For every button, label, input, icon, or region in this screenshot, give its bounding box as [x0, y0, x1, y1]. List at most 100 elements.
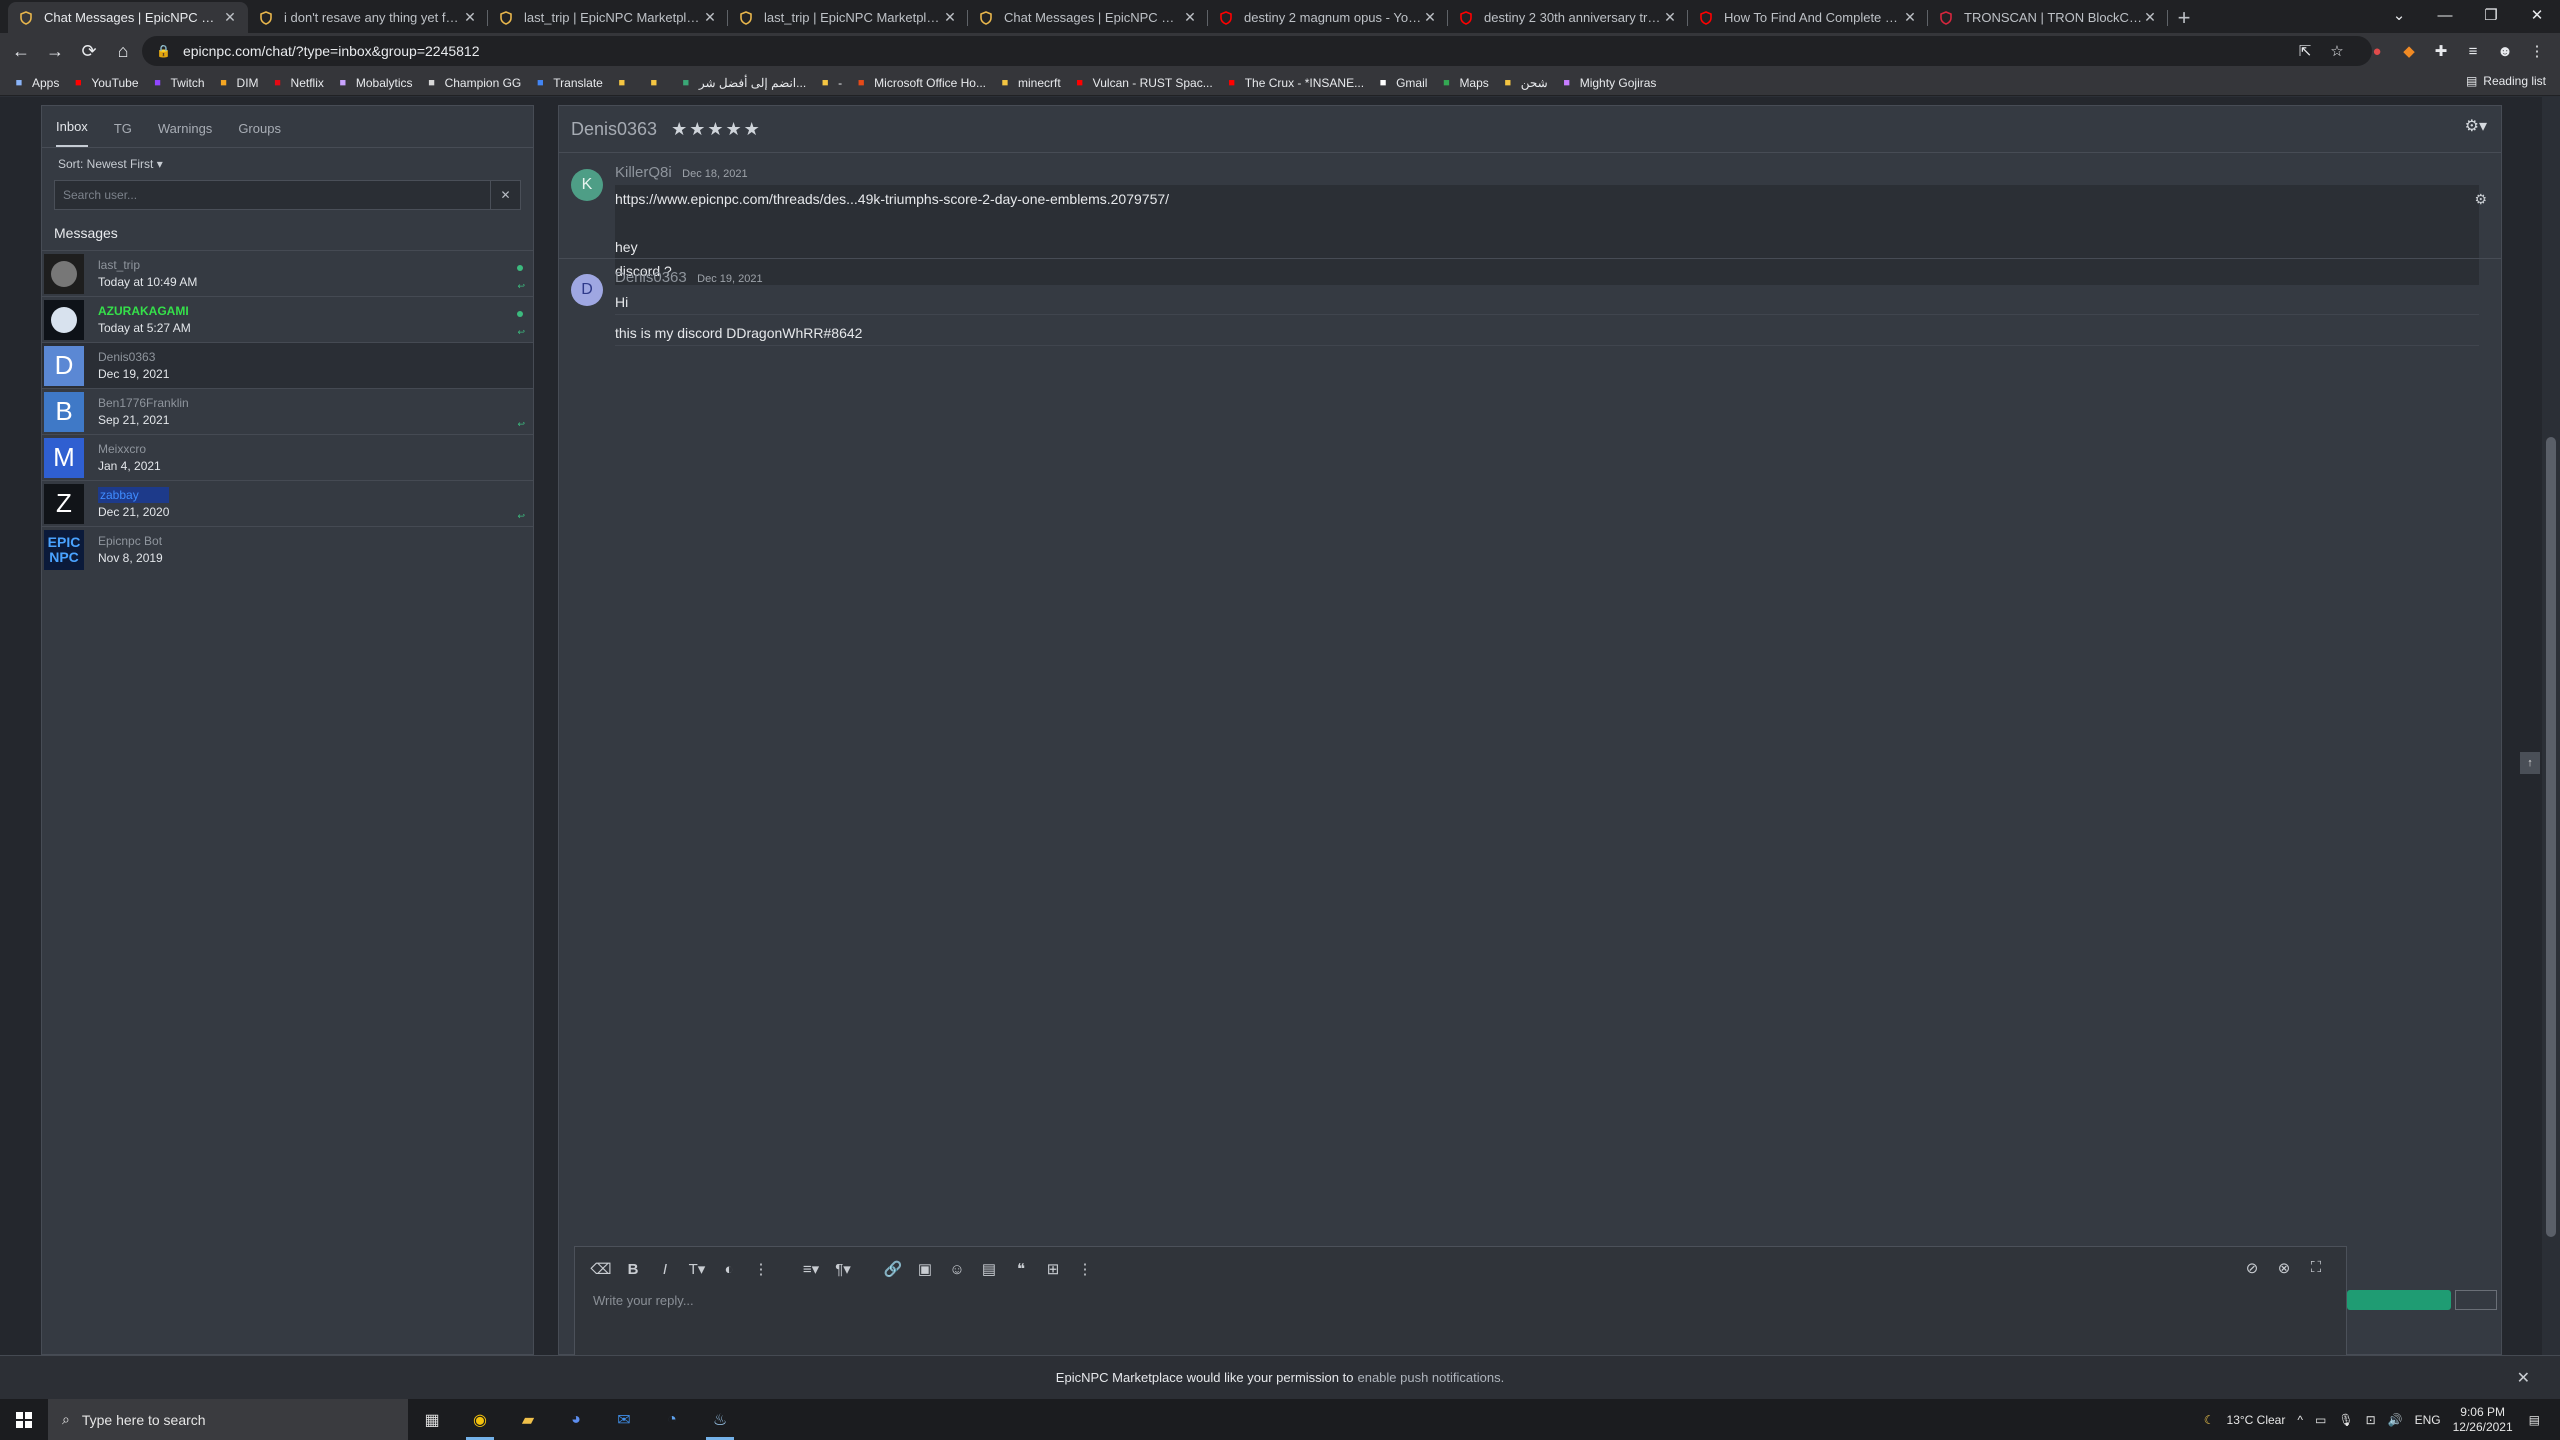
message-gear-icon[interactable]: ⚙: [2474, 191, 2487, 208]
tab-warnings[interactable]: Warnings: [158, 121, 212, 147]
browser-tab[interactable]: Chat Messages | EpicNPC Marketplace✕: [968, 2, 1208, 33]
notifications-icon[interactable]: ▤: [2529, 1413, 2540, 1427]
close-tab-icon[interactable]: ✕: [1422, 9, 1438, 26]
bookmark-item[interactable]: ■ Netflix: [271, 76, 324, 90]
bookmark-item[interactable]: ■ Gmail: [1376, 76, 1428, 90]
browser-tab[interactable]: last_trip | EpicNPC Marketplace ✕: [488, 2, 728, 33]
browser-tab[interactable]: i don't resave any thing yet form... ✕: [248, 2, 488, 33]
tab-search-icon[interactable]: ⌄: [2376, 0, 2422, 30]
tab-tg[interactable]: TG: [114, 121, 132, 147]
bookmark-item[interactable]: ■ شحن: [1501, 76, 1547, 90]
image-icon[interactable]: ▣: [909, 1260, 941, 1278]
minimize-button[interactable]: —: [2422, 0, 2468, 30]
new-tab-button[interactable]: +: [2168, 2, 2200, 33]
wifi-icon[interactable]: ⊡: [2366, 1413, 2376, 1427]
toggle-bbcode-icon[interactable]: ⊗: [2268, 1259, 2300, 1277]
fullscreen-icon[interactable]: ⛶: [2300, 1259, 2332, 1277]
tray-chevron-icon[interactable]: ^: [2297, 1413, 2303, 1427]
browser-tab[interactable]: destiny 2 30th anniversary triumph✕: [1448, 2, 1688, 33]
tab-groups[interactable]: Groups: [238, 121, 281, 147]
message-link[interactable]: https://www.epicnpc.com/threads/des...49…: [615, 187, 2477, 211]
file-explorer-icon[interactable]: ▰: [504, 1399, 552, 1440]
eraser-icon[interactable]: ⌫: [585, 1260, 617, 1278]
language-indicator[interactable]: ENG: [2415, 1413, 2441, 1427]
volume-icon[interactable]: 🔊: [2388, 1413, 2403, 1427]
link-icon[interactable]: 🔗: [877, 1260, 909, 1278]
back-icon[interactable]: ←: [4, 35, 38, 69]
bookmark-item[interactable]: ■ The Crux - *INSANE...: [1225, 76, 1364, 90]
chrome-icon[interactable]: ◉: [456, 1399, 504, 1440]
bookmark-item[interactable]: ■ Microsoft Office Ho...: [854, 76, 986, 90]
conversation-item[interactable]: Zzabbay Dec 21, 2020 ↩: [42, 480, 533, 526]
more-send-options-button[interactable]: [2455, 1290, 2497, 1310]
taskbar-search-input[interactable]: ⌕ Type here to search: [48, 1399, 408, 1440]
bookmark-item[interactable]: ■ Twitch: [151, 76, 204, 90]
media-icon[interactable]: ▤: [973, 1260, 1005, 1278]
message-author[interactable]: KillerQ8i: [615, 161, 672, 185]
bookmark-item[interactable]: ■ Champion GG: [425, 76, 521, 90]
menu-kebab-icon[interactable]: ⋮: [2522, 36, 2552, 66]
browser-tab[interactable]: Chat Messages | EpicNPC Marketplace✕: [8, 2, 248, 33]
bookmark-item[interactable]: ■ DIM: [217, 76, 258, 90]
close-tab-icon[interactable]: ✕: [942, 9, 958, 26]
chat-settings-gear-icon[interactable]: ⚙▾: [2465, 116, 2487, 136]
bookmark-item[interactable]: ■ انضم إلى أفضل شر...: [679, 76, 807, 90]
paragraph-icon[interactable]: ¶▾: [827, 1260, 859, 1278]
forward-icon[interactable]: →: [38, 35, 72, 69]
quote-icon[interactable]: ❝: [1005, 1260, 1037, 1278]
avatar[interactable]: D: [571, 274, 603, 306]
mail-icon[interactable]: ✉: [600, 1399, 648, 1440]
profile-icon[interactable]: ☻: [2490, 36, 2520, 66]
font-size-icon[interactable]: T▾: [681, 1260, 713, 1278]
tab-inbox[interactable]: Inbox: [56, 119, 88, 147]
clock[interactable]: 9:06 PM 12/26/2021: [2453, 1405, 2513, 1435]
bookmark-item[interactable]: ■ Mobalytics: [336, 76, 413, 90]
browser-tab[interactable]: last_trip | EpicNPC Marketplace ✕: [728, 2, 968, 33]
bookmark-item[interactable]: ■ Translate: [533, 76, 603, 90]
scroll-top-icon[interactable]: ↑: [2520, 752, 2540, 774]
weather-text[interactable]: 13°C Clear: [2227, 1413, 2286, 1427]
bookmark-item[interactable]: ■ Mighty Gojiras: [1560, 76, 1656, 90]
address-bar[interactable]: 🔒 epicnpc.com/chat/?type=inbox&group=224…: [142, 36, 2372, 66]
reload-icon[interactable]: ⟳: [72, 35, 106, 69]
extension-icon[interactable]: ●: [2362, 36, 2392, 66]
more-options-icon[interactable]: ⋮: [745, 1260, 777, 1278]
bookmark-item[interactable]: ■: [615, 76, 635, 90]
share-icon[interactable]: ⇱: [2290, 36, 2320, 66]
bookmark-item[interactable]: ■: [647, 76, 667, 90]
clear-search-icon[interactable]: ✕: [490, 181, 520, 209]
remove-format-icon[interactable]: ⊘: [2236, 1259, 2268, 1277]
close-tab-icon[interactable]: ✕: [1902, 9, 1918, 26]
search-user-input[interactable]: Search user... ✕: [54, 180, 521, 210]
discord-icon[interactable]: ◕: [552, 1399, 600, 1440]
windows-start-icon[interactable]: [0, 1399, 48, 1440]
close-tab-icon[interactable]: ✕: [2142, 9, 2158, 26]
bookmark-item[interactable]: ■ Apps: [12, 76, 60, 90]
bookmark-item[interactable]: ■ minecrft: [998, 76, 1061, 90]
close-window-button[interactable]: ✕: [2514, 0, 2560, 30]
scrollbar-thumb[interactable]: [2546, 437, 2556, 1237]
bookmark-item[interactable]: ■ -: [818, 76, 842, 90]
send-button[interactable]: [2347, 1290, 2451, 1310]
network-icon[interactable]: ▭: [2315, 1413, 2326, 1427]
more-options-icon[interactable]: ⋮: [1069, 1260, 1101, 1278]
bookmark-item[interactable]: ■ Vulcan - RUST Spac...: [1073, 76, 1212, 90]
conversation-item[interactable]: AZURAKAGAMI Today at 5:27 AM ↩: [42, 296, 533, 342]
align-icon[interactable]: ≡▾: [795, 1260, 827, 1278]
close-tab-icon[interactable]: ✕: [462, 9, 478, 26]
color-palette-icon[interactable]: ◐: [713, 1261, 745, 1278]
reading-list-button[interactable]: ▤ Reading list: [2466, 74, 2546, 88]
bookmark-star-icon[interactable]: ☆: [2322, 36, 2352, 66]
steam-icon[interactable]: ♨: [696, 1399, 744, 1440]
conversation-item[interactable]: M Meixxcro Jan 4, 2021: [42, 434, 533, 480]
sort-dropdown[interactable]: Sort: Newest First ▾: [42, 148, 533, 180]
chat-title[interactable]: Denis0363: [571, 119, 657, 140]
close-tab-icon[interactable]: ✕: [1182, 9, 1198, 26]
bookmark-item[interactable]: ■ Maps: [1439, 76, 1489, 90]
bold-icon[interactable]: B: [617, 1261, 649, 1278]
home-icon[interactable]: ⌂: [106, 35, 140, 69]
bookmark-item[interactable]: ■ YouTube: [71, 76, 138, 90]
message-author[interactable]: Denis0363: [615, 266, 687, 290]
task-view-icon[interactable]: ▦: [408, 1399, 456, 1440]
browser-tab[interactable]: TRONSCAN | TRON BlockChain E✕: [1928, 2, 2168, 33]
